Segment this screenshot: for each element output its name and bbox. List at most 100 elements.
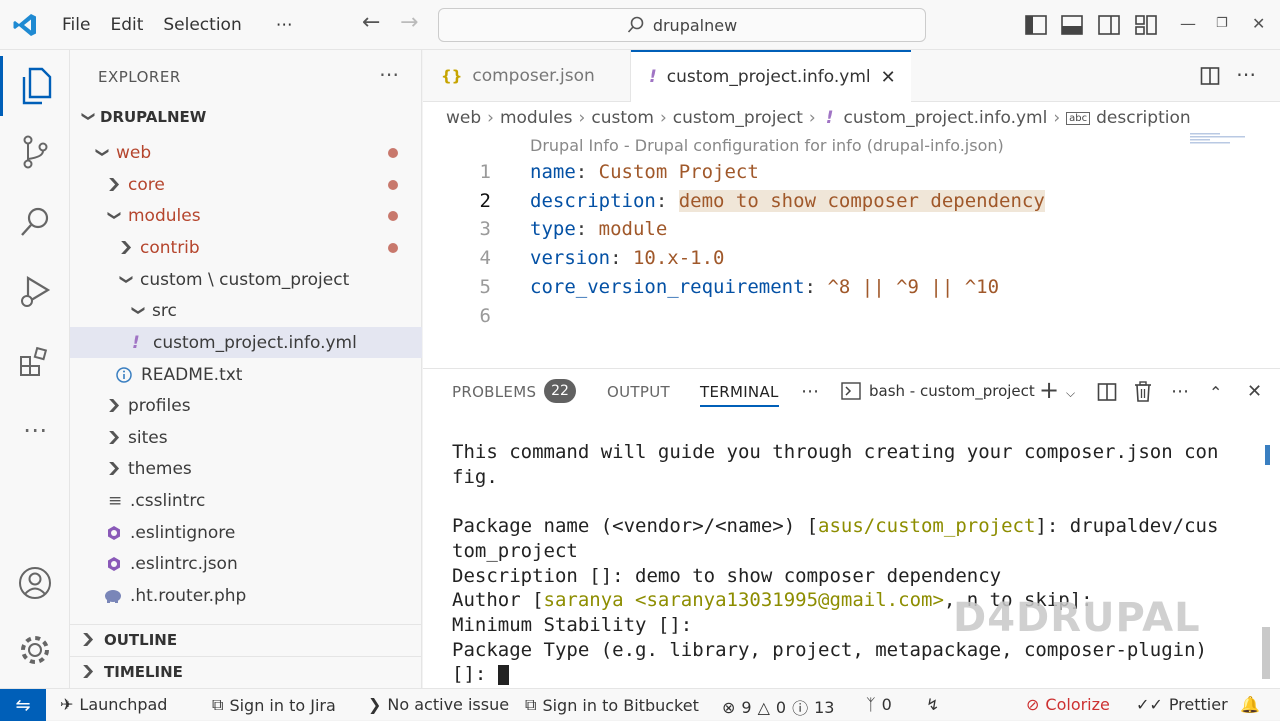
tree-file-eslintrc[interactable]: .eslintrc.json [70, 548, 422, 579]
source-control-icon[interactable] [0, 122, 70, 182]
search-sidebar-icon[interactable] [0, 192, 70, 252]
explorer-more-button[interactable]: ⋯ [379, 62, 399, 86]
code-line: 3 type: module [423, 214, 668, 243]
tab-composer-json[interactable]: {} composer.json [423, 50, 631, 102]
bottom-panel: PROBLEMS 22 OUTPUT TERMINAL ⋯ bash - cus… [423, 368, 1280, 688]
terminal-cursor [497, 664, 509, 685]
yaml-value: 10.x-1.0 [632, 246, 725, 269]
tree-label: custom_project.info.yml [153, 332, 357, 353]
tree-label: themes [128, 458, 192, 479]
status-label: Sign in to Bitbucket [542, 695, 699, 715]
schema-codelens[interactable]: Drupal Info - Drupal configuration for i… [530, 136, 1004, 155]
toggle-secondary-sidebar-icon[interactable] [1097, 13, 1121, 37]
menu-more[interactable]: ⋯ [266, 15, 303, 35]
bitbucket-item[interactable]: ⧉ Sign in to Bitbucket [525, 695, 699, 715]
tree-folder-core[interactable]: ❯ core [70, 169, 422, 200]
launchpad-item[interactable]: ✈ Launchpad [60, 695, 167, 714]
tree-file-csslintrc[interactable]: ≡ .csslintrc [70, 485, 422, 516]
split-terminal-icon[interactable] [1097, 382, 1117, 402]
ports-item[interactable]: ᛉ 0 [866, 695, 892, 714]
breadcrumb-item[interactable]: custom_project.info.yml [843, 108, 1047, 128]
terminal-selector[interactable]: bash - custom_project [841, 382, 1035, 400]
breadcrumb-item[interactable]: custom [591, 108, 654, 128]
tree-folder-contrib[interactable]: ❯ contrib [70, 232, 422, 263]
toggle-sidebar-icon[interactable] [1024, 13, 1048, 37]
tree-folder-themes[interactable]: ❯ themes [70, 453, 422, 484]
code-editor[interactable]: web › modules › custom › custom_project › ! … [423, 102, 1280, 368]
close-panel-icon[interactable]: ✕ [1247, 381, 1262, 402]
run-debug-icon[interactable] [0, 262, 70, 322]
forward-arrow-icon[interactable]: → [392, 10, 426, 35]
breadcrumb-sep: › [578, 108, 586, 128]
minimap[interactable] [1190, 132, 1250, 146]
bitbucket-icon: ⧉ [525, 695, 537, 714]
notifications-bell-icon[interactable]: 🔔 [1240, 695, 1260, 714]
tree-folder-profiles[interactable]: ❯ profiles [70, 390, 422, 421]
back-arrow-icon[interactable]: ← [354, 10, 388, 35]
split-editor-icon[interactable] [1200, 66, 1220, 86]
tab-output[interactable]: OUTPUT [607, 383, 670, 401]
menu-edit[interactable]: Edit [100, 15, 153, 35]
command-center-search[interactable]: drupalnew [438, 8, 926, 42]
chevron-right-icon: ❯ [106, 430, 122, 445]
editor-more-actions-icon[interactable]: ⋯ [1236, 62, 1256, 86]
breadcrumb-item[interactable]: description [1096, 108, 1191, 128]
prompt-text: Author [ [452, 589, 544, 611]
tab-terminal[interactable]: TERMINAL [700, 383, 779, 407]
status-bar: ⇋ ✈ Launchpad ⧉ Sign in to Jira ❯ No act… [0, 688, 1280, 721]
extensions-icon[interactable] [0, 332, 70, 392]
line-number: 3 [479, 217, 491, 240]
tree-folder-modules[interactable]: ❯ modules [70, 200, 422, 231]
restore-icon[interactable]: ❐ [1216, 16, 1228, 31]
jira-item[interactable]: ⧉ Sign in to Jira [212, 695, 336, 715]
tree-folder-sites[interactable]: ❯ sites [70, 422, 422, 453]
explorer-icon[interactable] [0, 56, 70, 116]
prettier-item[interactable]: ✓✓ Prettier [1136, 695, 1228, 714]
timeline-label: TIMELINE [104, 662, 183, 681]
close-tab-icon[interactable]: ✕ [881, 67, 896, 88]
terminal-scrollbar[interactable] [1262, 627, 1270, 679]
manage-gear-icon[interactable] [0, 620, 70, 680]
tree-file-readme[interactable]: README.txt [70, 359, 422, 390]
chevron-down-icon[interactable]: ⌵ [1066, 386, 1075, 401]
terminal-icon [841, 382, 861, 400]
chevron-down-icon: ❯ [130, 305, 146, 316]
tree-file-eslintignore[interactable]: .eslintignore [70, 517, 422, 548]
trash-icon[interactable] [1133, 381, 1153, 403]
tab-label: composer.json [472, 66, 595, 86]
tree-folder-custom-project[interactable]: ❯ custom \ custom_project [70, 264, 422, 295]
tree-file-router-php[interactable]: .ht.router.php [70, 580, 422, 611]
error-count: 9 [741, 697, 752, 717]
breadcrumb-item[interactable]: modules [500, 108, 573, 128]
tab-problems[interactable]: PROBLEMS [452, 383, 536, 401]
more-views-icon[interactable]: ⋯ [0, 400, 70, 460]
accounts-icon[interactable] [0, 553, 70, 613]
lightning-icon[interactable]: ↯ [926, 695, 939, 714]
jira-icon: ⧉ [212, 695, 224, 714]
toggle-panel-icon[interactable] [1060, 13, 1084, 37]
terminal-more-icon[interactable]: ⋯ [1171, 381, 1189, 402]
timeline-section[interactable]: ❯ TIMELINE [70, 656, 422, 686]
close-window-icon[interactable]: ✕ [1252, 14, 1265, 33]
workspace-root[interactable]: ❯ DRUPALNEW [70, 101, 422, 132]
breadcrumb-item[interactable]: custom_project [673, 108, 803, 128]
minimize-icon[interactable]: — [1180, 14, 1196, 33]
maximize-panel-chevron-up-icon[interactable]: ⌃ [1209, 383, 1222, 402]
tree-folder-web[interactable]: ❯ web [70, 137, 422, 168]
panel-more-icon[interactable]: ⋯ [801, 381, 819, 402]
breadcrumb-item[interactable]: web [446, 108, 481, 128]
colorize-item[interactable]: ⊘ Colorize [1026, 695, 1110, 714]
problems-item[interactable]: ⊗ 9 △ 0 ⓘ 13 [722, 695, 834, 719]
outline-section[interactable]: ❯ OUTLINE [70, 624, 422, 654]
tree-file-info-yml[interactable]: ! custom_project.info.yml [70, 327, 422, 358]
status-label: Sign in to Jira [229, 695, 336, 715]
issue-item[interactable]: ❯ No active issue [368, 695, 509, 714]
chevron-right-icon: ❯ [368, 695, 382, 714]
remote-indicator-icon[interactable]: ⇋ [0, 689, 46, 721]
customize-layout-icon[interactable] [1134, 13, 1158, 37]
new-terminal-plus-icon[interactable]: + [1039, 376, 1059, 404]
menu-file[interactable]: File [52, 15, 100, 35]
tree-folder-src[interactable]: ❯ src [70, 295, 422, 326]
menu-selection[interactable]: Selection [153, 15, 251, 35]
tab-info-yml[interactable]: ! custom_project.info.yml ✕ [631, 50, 911, 102]
